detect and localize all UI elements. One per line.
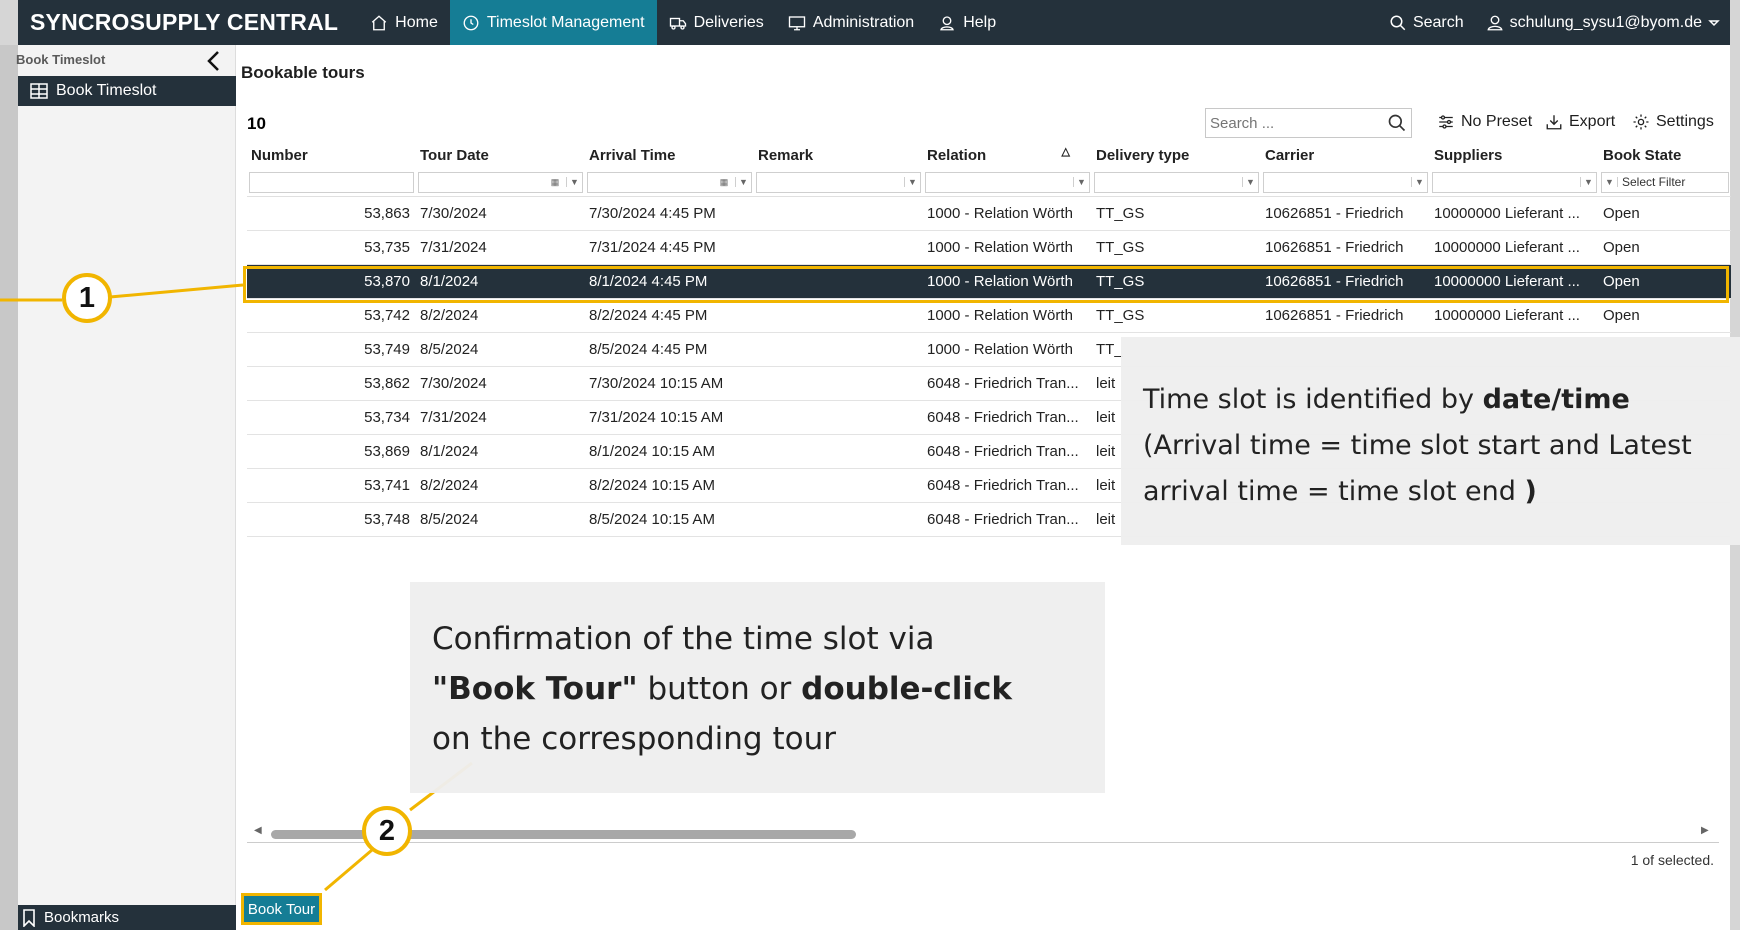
callout-text: arrival time = time slot end — [1143, 476, 1525, 507]
callout-bold-text: double-click — [801, 671, 1013, 707]
callout-bold-text: "Book Tour" — [432, 671, 638, 707]
callout-line: Confirmation of the time slot via — [432, 621, 935, 657]
callout-text: button or — [637, 671, 802, 707]
callout-line: "Book Tour" button or double-click — [432, 664, 1105, 714]
callout-book-confirmation: Confirmation of the time slot via "Book … — [410, 582, 1105, 793]
callout-text: Time slot is identified by — [1143, 384, 1483, 415]
callout-timeslot-identification: Time slot is identified by date/time (Ar… — [1121, 337, 1740, 545]
step-badge-2: 2 — [362, 806, 412, 856]
callout-line: (Arrival time = time slot start and Late… — [1143, 430, 1692, 461]
callout-line: on the corresponding tour — [432, 721, 836, 757]
callout-bold-text: date/time — [1482, 384, 1630, 415]
callout-bold-text: ) — [1524, 476, 1537, 507]
step-badge-1: 1 — [62, 273, 112, 323]
app-window: SYNCROSUPPLY CENTRAL Home Timeslot Manag… — [0, 0, 1740, 930]
callout-line: arrival time = time slot end ) — [1143, 469, 1740, 515]
callout-line: Time slot is identified by date/time — [1143, 377, 1740, 423]
